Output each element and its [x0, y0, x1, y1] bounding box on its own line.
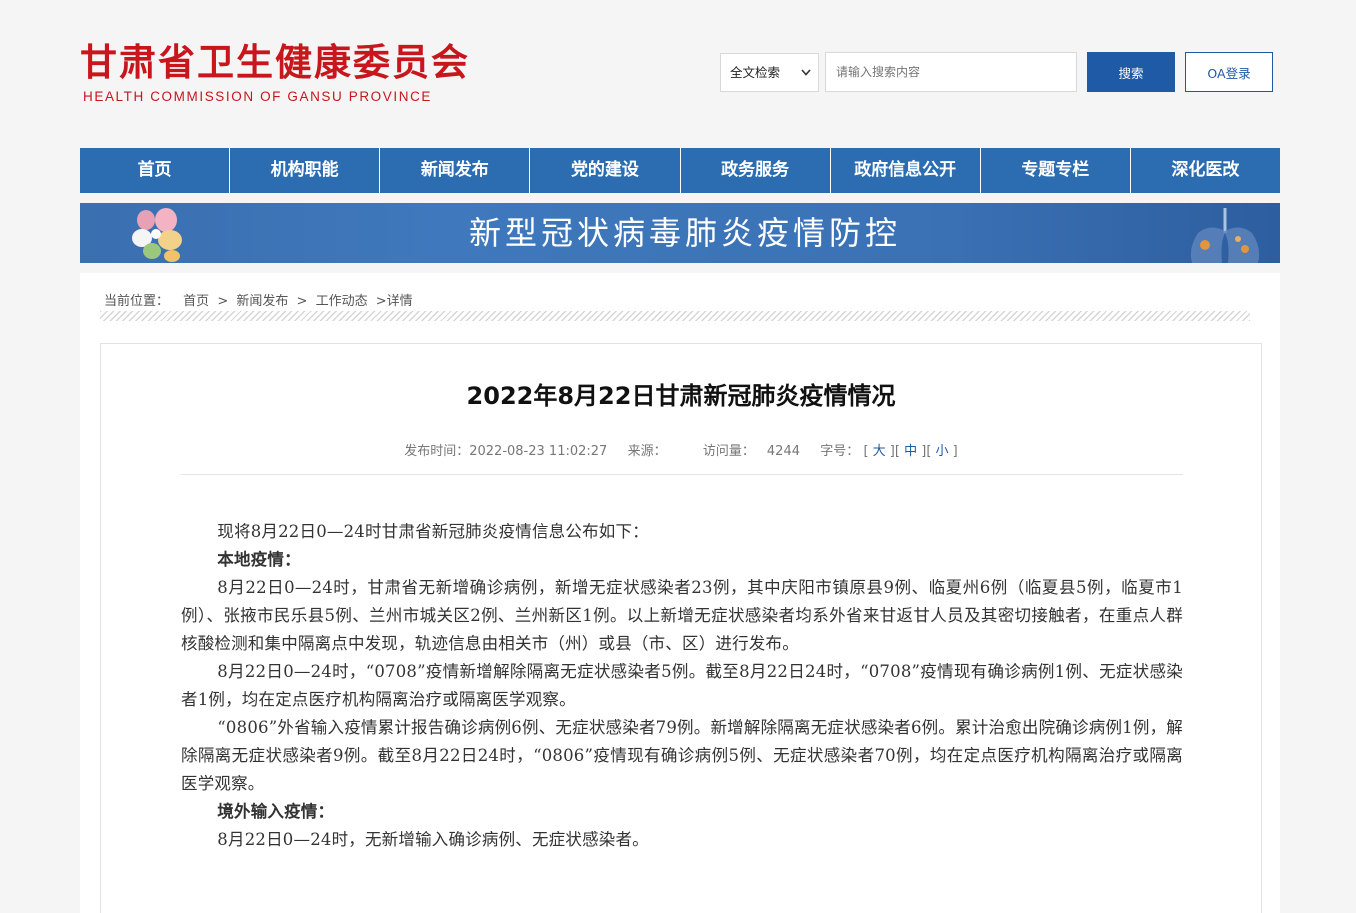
search-scope-value: 全文检索 [730, 65, 781, 80]
nav-item-services[interactable]: 政务服务 [681, 148, 831, 193]
decorative-divider [100, 311, 1250, 321]
breadcrumb-separator: > [296, 294, 308, 309]
article-paragraph: 8月22日0—24时，“0708”疫情新增解除隔离无症状感染者5例。截至8月22… [181, 662, 1183, 709]
article-paragraph: “0806”外省输入疫情累计报告确诊病例6例、无症状感染者79例。新增解除隔离无… [181, 718, 1183, 793]
article-meta: 发布时间：2022-08-23 11:02:27 来源： 访问量： 4244 字号… [404, 444, 958, 459]
breadcrumb-home[interactable]: 首页 [183, 294, 209, 309]
banner-title: 新型冠状病毒肺炎疫情防控 [468, 214, 901, 252]
font-size-small[interactable]: 小 [936, 444, 949, 459]
section-heading-local: 本地疫情： [217, 550, 301, 569]
publish-time-label: 发布时间： [404, 444, 470, 459]
main-content: 当前位置： 首页 > 新闻发布 > 工作动态 >详情 2022年8月22日甘肃新… [80, 273, 1280, 913]
article-title: 2022年8月22日甘肃新冠肺炎疫情情况 [466, 382, 896, 410]
chevron-down-icon [801, 54, 811, 106]
covid-banner[interactable]: 新型冠状病毒肺炎疫情防控 [80, 203, 1280, 263]
breadcrumb-separator: > [375, 294, 387, 309]
search-button[interactable]: 搜索 [1087, 52, 1175, 92]
logo-english-name: HEALTH COMMISSION OF GANSU PROVINCE [83, 89, 433, 104]
main-nav: 首页 机构职能 新闻发布 党的建设 政务服务 政府信息公开 专题专栏 深化医改 [80, 148, 1280, 193]
article-paragraph: 现将8月22日0—24时甘肃省新冠肺炎疫情信息公布如下： [217, 522, 649, 541]
views-count: 4244 [766, 444, 800, 459]
nav-item-disclosure[interactable]: 政府信息公开 [831, 148, 981, 193]
nav-item-functions[interactable]: 机构职能 [230, 148, 381, 193]
site-header: 甘肃省卫生健康委员会 HEALTH COMMISSION OF GANSU PR… [0, 0, 1356, 148]
source-label: 来源： [627, 444, 667, 459]
oa-login-button[interactable]: OA登录 [1185, 52, 1273, 92]
publish-time: 2022-08-23 11:02:27 [469, 444, 608, 459]
font-size-medium[interactable]: 中 [904, 444, 917, 459]
search-input[interactable] [825, 52, 1077, 92]
breadcrumb-label: 当前位置： [104, 294, 170, 309]
lungs-icon [1190, 208, 1260, 263]
nav-item-reform[interactable]: 深化医改 [1131, 148, 1280, 193]
font-size-large[interactable]: 大 [873, 444, 886, 459]
breadcrumb-news[interactable]: 新闻发布 [236, 294, 288, 309]
article-paragraph: 8月22日0—24时，甘肃省无新增确诊病例，新增无症状感染者23例，其中庆阳市镇… [181, 578, 1183, 653]
section-heading-imported: 境外输入疫情： [217, 802, 335, 821]
nav-item-home[interactable]: 首页 [80, 148, 231, 193]
breadcrumb-detail: 详情 [386, 294, 413, 309]
views-label: 访问量： [702, 444, 755, 459]
breadcrumb-work-updates[interactable]: 工作动态 [316, 294, 368, 309]
logo-chinese-name: 甘肃省卫生健康委员会 [80, 41, 470, 84]
article-panel: 2022年8月22日甘肃新冠肺炎疫情情况 发布时间：2022-08-23 11:… [100, 343, 1262, 913]
nav-item-party[interactable]: 党的建设 [530, 148, 681, 193]
breadcrumb-separator: > [217, 294, 229, 309]
font-size-label: 字号： [820, 444, 860, 459]
search-scope-select[interactable]: 全文检索 [720, 53, 819, 92]
nav-item-news[interactable]: 新闻发布 [380, 148, 531, 193]
site-logo[interactable]: 甘肃省卫生健康委员会 HEALTH COMMISSION OF GANSU PR… [80, 40, 480, 104]
article-paragraph: 8月22日0—24时，无新增输入确诊病例、无症状感染者。 [217, 830, 649, 849]
meta-divider [181, 474, 1183, 475]
breadcrumb: 当前位置： 首页 > 新闻发布 > 工作动态 >详情 [104, 290, 417, 309]
nav-item-topics[interactable]: 专题专栏 [981, 148, 1131, 193]
article-body: 现将8月22日0—24时甘肃省新冠肺炎疫情信息公布如下： 本地疫情： 8月22日… [181, 518, 1183, 854]
